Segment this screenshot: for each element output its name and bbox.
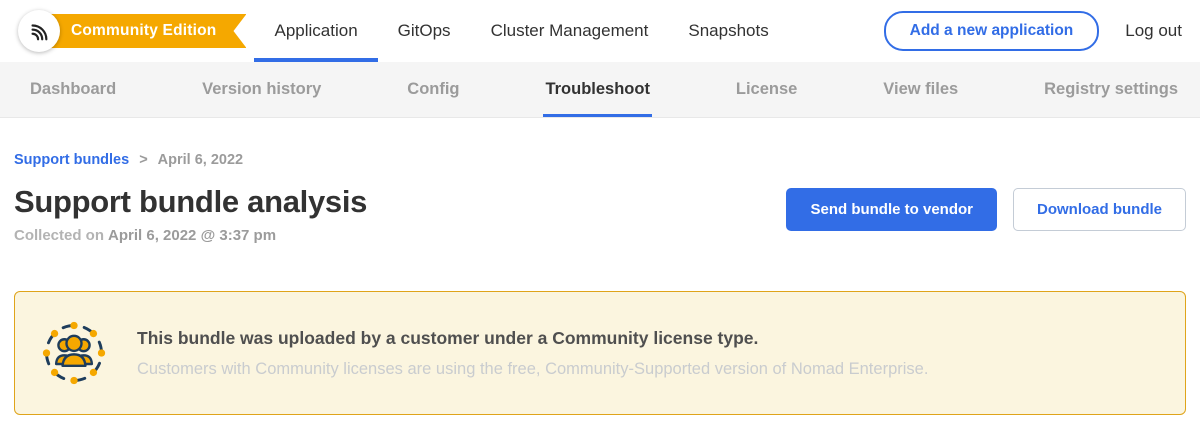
logout-link[interactable]: Log out bbox=[1125, 21, 1186, 41]
app-subnav: Dashboard Version history Config Trouble… bbox=[0, 62, 1200, 118]
nav-gitops[interactable]: GitOps bbox=[378, 0, 471, 62]
top-actions: Add a new application Log out bbox=[884, 11, 1186, 51]
breadcrumb-current: April 6, 2022 bbox=[158, 152, 243, 168]
page-title: Support bundle analysis bbox=[14, 184, 367, 220]
bundle-actions: Send bundle to vendor Download bundle bbox=[786, 184, 1186, 231]
breadcrumb: Support bundles > April 6, 2022 bbox=[14, 152, 1186, 168]
send-bundle-to-vendor-button[interactable]: Send bundle to vendor bbox=[786, 188, 997, 231]
download-bundle-button[interactable]: Download bundle bbox=[1013, 188, 1186, 231]
alert-texts: This bundle was uploaded by a customer u… bbox=[137, 328, 928, 379]
replicated-logo-glyph bbox=[28, 20, 50, 42]
nav-snapshots[interactable]: Snapshots bbox=[668, 0, 788, 62]
alert-body: Customers with Community licenses are us… bbox=[137, 360, 928, 379]
add-new-application-button[interactable]: Add a new application bbox=[884, 11, 1100, 51]
community-edition-badge: Community Edition bbox=[39, 14, 246, 48]
tab-license[interactable]: License bbox=[736, 62, 797, 117]
title-row: Support bundle analysis Collected onApri… bbox=[14, 184, 1186, 244]
community-edition-label: Community Edition bbox=[71, 22, 216, 40]
top-navbar: Community Edition Application GitOps Clu… bbox=[0, 0, 1200, 62]
nav-application[interactable]: Application bbox=[254, 0, 377, 62]
title-block: Support bundle analysis Collected onApri… bbox=[14, 184, 367, 244]
tab-registry-settings[interactable]: Registry settings bbox=[1044, 62, 1178, 117]
nav-cluster-management[interactable]: Cluster Management bbox=[471, 0, 669, 62]
breadcrumb-support-bundles-link[interactable]: Support bundles bbox=[14, 152, 129, 168]
alert-heading: This bundle was uploaded by a customer u… bbox=[137, 328, 928, 349]
collected-timestamp: Collected onApril 6, 2022 @ 3:37 pm bbox=[14, 227, 367, 244]
collected-date: April 6, 2022 @ 3:37 pm bbox=[108, 227, 276, 244]
breadcrumb-separator: > bbox=[139, 152, 147, 168]
main-content: Support bundles > April 6, 2022 Support … bbox=[0, 152, 1200, 415]
primary-nav: Application GitOps Cluster Management Sn… bbox=[254, 0, 788, 62]
community-group-icon bbox=[41, 320, 107, 386]
brand: Community Edition bbox=[18, 0, 246, 62]
tab-view-files[interactable]: View files bbox=[883, 62, 958, 117]
replicated-logo-icon[interactable] bbox=[18, 10, 60, 52]
tab-dashboard[interactable]: Dashboard bbox=[30, 62, 116, 117]
community-license-alert: This bundle was uploaded by a customer u… bbox=[14, 291, 1186, 415]
tab-config[interactable]: Config bbox=[407, 62, 459, 117]
tab-version-history[interactable]: Version history bbox=[202, 62, 321, 117]
collected-prefix: Collected on bbox=[14, 227, 104, 244]
tab-troubleshoot[interactable]: Troubleshoot bbox=[545, 62, 650, 117]
